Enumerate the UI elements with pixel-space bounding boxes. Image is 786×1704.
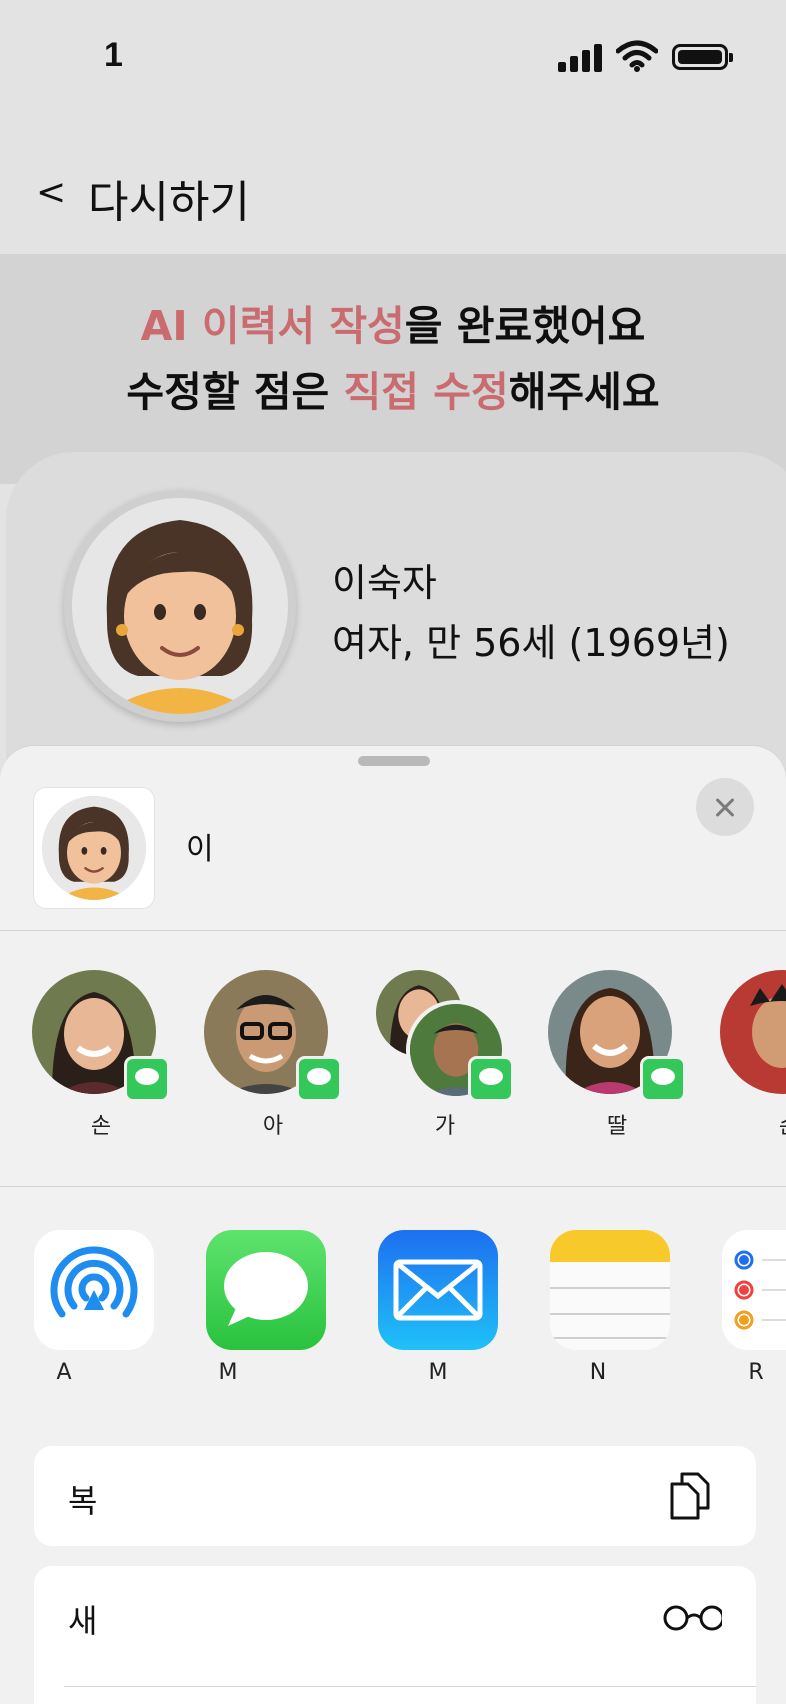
notes-icon xyxy=(550,1230,670,1350)
headline-accent-2: 직접 수정 xyxy=(343,368,509,416)
messages-badge-icon xyxy=(296,1056,342,1102)
woman-avatar-icon xyxy=(42,796,146,900)
status-bar: 1 xyxy=(0,0,786,120)
divider xyxy=(0,930,786,931)
battery-icon xyxy=(672,44,733,70)
app-airdrop[interactable]: A xyxy=(34,1230,154,1400)
headline-lead-2: 수정할 점은 xyxy=(126,368,344,416)
contact-item[interactable]: 손 xyxy=(706,970,786,1139)
share-preview-title: 이 xyxy=(186,832,214,867)
messages-badge-icon xyxy=(640,1056,686,1102)
contact-label: 손 xyxy=(90,1114,112,1139)
app-notes[interactable]: N xyxy=(550,1230,670,1400)
app-mail[interactable]: M xyxy=(378,1230,498,1400)
contact-group-item[interactable]: 가 xyxy=(362,970,514,1139)
reminders-icon xyxy=(722,1230,786,1350)
headline-rest-1: 을 완료했어요 xyxy=(404,302,646,350)
messages-badge-icon xyxy=(124,1056,170,1102)
action-label: 새 xyxy=(68,1602,98,1640)
contact-label: 손 xyxy=(706,1108,786,1140)
retry-title[interactable]: 다시하기 xyxy=(88,166,250,230)
app-label: A xyxy=(56,1360,72,1385)
contact-label: 아 xyxy=(262,1114,284,1139)
divider xyxy=(64,1686,756,1687)
airdrop-icon xyxy=(34,1230,154,1350)
app-messages[interactable]: M xyxy=(206,1230,326,1400)
app-label: M xyxy=(218,1360,238,1385)
contact-item[interactable]: 딸 xyxy=(534,970,686,1139)
messages-icon xyxy=(206,1230,326,1350)
sheet-grabber[interactable] xyxy=(358,756,430,766)
woman-avatar-icon xyxy=(72,498,288,714)
screen: 1 < 다시하기 AI 이력서 작성을 완료했어요 수정할 점은 직접 수정해주… xyxy=(0,0,786,1704)
action-group-reading: 새 xyxy=(34,1566,756,1704)
contact-label: 가 xyxy=(434,1114,456,1139)
contact-label: 딸 xyxy=(606,1114,628,1139)
cellular-signal-icon xyxy=(558,42,604,72)
chevron-left-icon[interactable]: < xyxy=(36,172,66,213)
status-time: 1 xyxy=(104,36,123,74)
action-reading-list[interactable]: 새 xyxy=(34,1566,756,1666)
avatar xyxy=(64,490,296,722)
headline-line-2: 수정할 점은 직접 수정해주세요 xyxy=(0,358,786,418)
app-label: M xyxy=(428,1360,448,1385)
app-label: R xyxy=(748,1360,764,1385)
reading-glasses-icon xyxy=(663,1605,722,1631)
profile-card: 이숙자 여자, 만 56세 (1969년) xyxy=(6,452,786,792)
app-label: N xyxy=(589,1360,607,1385)
wifi-icon xyxy=(616,40,658,72)
contact-item[interactable]: 손 xyxy=(18,970,170,1139)
divider xyxy=(0,1186,786,1187)
headline-line-1: AI 이력서 작성을 완료했어요 xyxy=(0,292,786,352)
close-icon[interactable] xyxy=(696,778,754,836)
messages-badge-icon xyxy=(468,1056,514,1102)
headline-rest-2: 해주세요 xyxy=(508,368,660,416)
contact-photo xyxy=(720,970,786,1094)
app-reminders[interactable]: R xyxy=(722,1230,786,1400)
share-preview-thumbnail xyxy=(34,788,154,908)
share-sheet: 이 손 아 가 딸 A M M N R 복 새 xyxy=(0,746,786,1704)
headline-band: AI 이력서 작성을 완료했어요 수정할 점은 직접 수정해주세요 xyxy=(0,254,786,484)
profile-meta: 여자, 만 56세 (1969년) xyxy=(332,621,730,665)
action-copy[interactable]: 복 xyxy=(34,1446,756,1546)
contact-item[interactable]: 아 xyxy=(190,970,342,1139)
copy-icon xyxy=(670,1472,710,1520)
headline-accent-1: AI 이력서 작성 xyxy=(140,302,405,350)
action-label: 복 xyxy=(68,1482,98,1520)
mail-icon xyxy=(378,1230,498,1350)
nav-header: < 다시하기 xyxy=(0,150,786,240)
profile-name: 이숙자 xyxy=(332,561,437,605)
